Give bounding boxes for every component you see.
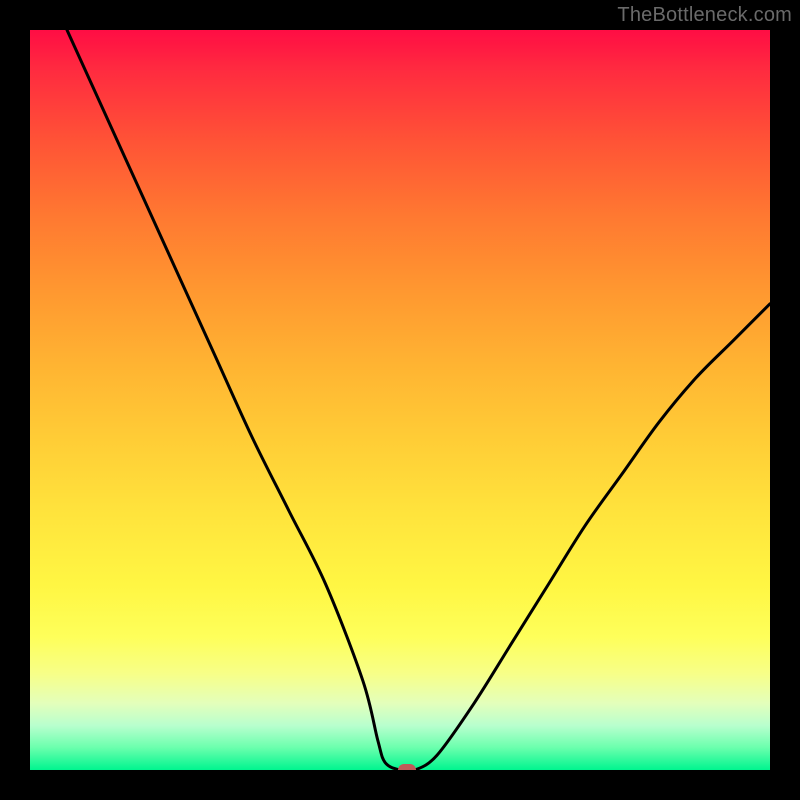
bottleneck-curve-line — [67, 30, 770, 770]
curve-layer — [30, 30, 770, 770]
bottleneck-chart: TheBottleneck.com — [0, 0, 800, 800]
optimal-point-marker — [398, 764, 416, 770]
plot-area — [30, 30, 770, 770]
watermark-label: TheBottleneck.com — [617, 4, 792, 27]
